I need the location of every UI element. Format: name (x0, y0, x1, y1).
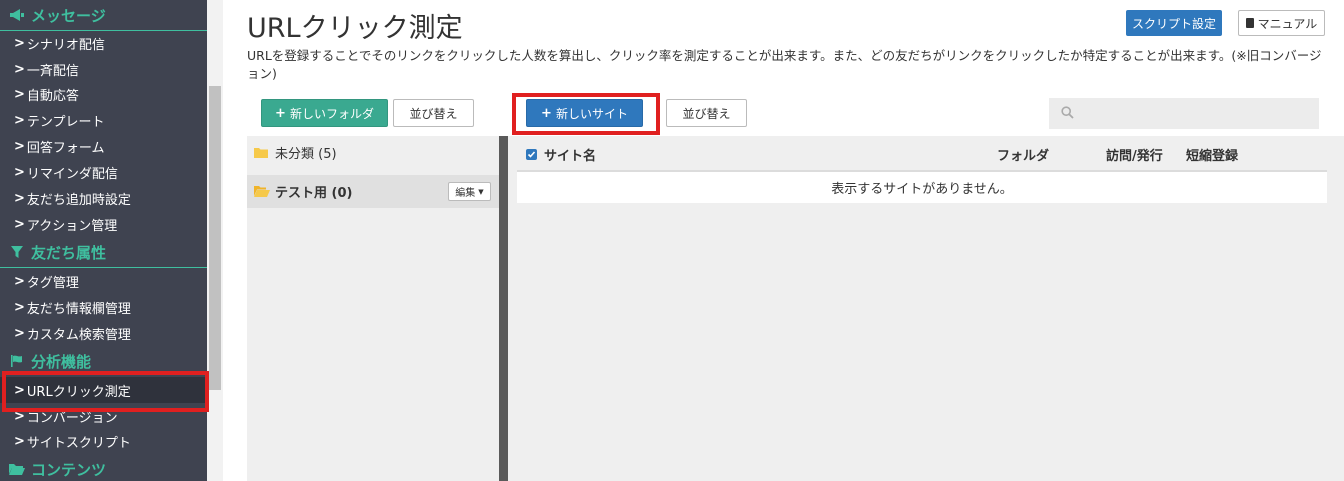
chevron-right-icon: > (14, 61, 25, 77)
edit-label: 編集 (455, 188, 476, 199)
sidebar-item-label: アクション管理 (26, 218, 118, 234)
manual-button[interactable]: マニュアル (1238, 10, 1325, 36)
sidebar-item-action-management[interactable]: > アクション管理 (0, 211, 207, 237)
sort-sites-button[interactable]: 並び替え (666, 99, 747, 127)
sort-folders-button[interactable]: 並び替え (393, 99, 474, 127)
folder-icon (254, 147, 268, 158)
chevron-right-icon: > (14, 164, 25, 180)
empty-table-message: 表示するサイトがありません。 (517, 172, 1327, 203)
sidebar-item-broadcast[interactable]: > 一斉配信 (0, 56, 207, 82)
plus-icon: + (275, 105, 286, 121)
chevron-right-icon: > (14, 112, 25, 128)
new-site-button[interactable]: + 新しいサイト (526, 99, 643, 127)
chevron-right-icon: > (14, 408, 25, 424)
sidebar-item-label: サイトスクリプト (26, 435, 131, 451)
sidebar-item-label: 回答フォーム (26, 140, 105, 156)
chevron-right-icon: > (14, 273, 25, 289)
sidebar-item-url-click[interactable]: > URLクリック測定 (0, 377, 207, 403)
flag-icon (8, 353, 26, 369)
sidebar-item-template[interactable]: > テンプレート (0, 107, 207, 133)
sidebar-item-site-script[interactable]: > サイトスクリプト (0, 428, 207, 454)
sidebar-item-label: URLクリック測定 (26, 384, 131, 400)
sidebar-item-label: 一斉配信 (26, 63, 79, 79)
search-input[interactable] (1082, 99, 1312, 128)
folder-edit-dropdown[interactable]: 編集 ▼ (448, 182, 491, 201)
sidebar-item-label: タグ管理 (26, 275, 79, 291)
sidebar-item-scenario[interactable]: > シナリオ配信 (0, 30, 207, 56)
page-title: URLクリック測定 (247, 13, 463, 44)
new-folder-button[interactable]: + 新しいフォルダ (261, 99, 388, 127)
sidebar-item-label: シナリオ配信 (26, 37, 105, 53)
caret-down-icon: ▼ (478, 187, 484, 196)
section-label: メッセージ (31, 6, 106, 25)
table-header: サイト名 フォルダ 訪問/発行 短縮登録 (517, 138, 1327, 170)
section-messages[interactable]: メッセージ (0, 2, 207, 28)
sidebar-item-custom-search[interactable]: > カスタム検索管理 (0, 320, 207, 346)
chevron-right-icon: > (14, 190, 25, 206)
manual-button-label: マニュアル (1257, 16, 1318, 31)
new-site-label: 新しいサイト (555, 106, 628, 121)
select-all-checkbox[interactable] (526, 148, 537, 160)
folder-open-icon (8, 461, 26, 477)
sidebar-item-friend-add-settings[interactable]: > 友だち追加時設定 (0, 185, 207, 211)
chevron-right-icon: > (14, 299, 25, 315)
sidebar-item-auto-reply[interactable]: > 自動応答 (0, 81, 207, 107)
chevron-right-icon: > (14, 35, 25, 51)
folder-open-icon (254, 186, 270, 197)
section-label: 友だち属性 (31, 243, 107, 262)
sidebar-item-conversion[interactable]: > コンバージョン (0, 403, 207, 429)
sidebar-item-label: 友だち追加時設定 (26, 192, 131, 208)
chevron-right-icon: > (14, 433, 25, 449)
sidebar-scrollbar-thumb[interactable] (209, 86, 221, 390)
page-description: URLを登録することでそのリンクをクリックした人数を算出し、クリック率を測定する… (247, 48, 1322, 81)
folder-item-uncategorized[interactable]: 未分類 (5) (247, 136, 499, 169)
sidebar-item-label: リマインダ配信 (26, 166, 118, 182)
column-header-visits[interactable]: 訪問/発行 (1106, 145, 1163, 164)
sidebar-item-answer-form[interactable]: > 回答フォーム (0, 133, 207, 159)
section-label: 分析機能 (31, 352, 92, 371)
sidebar-item-reminder[interactable]: > リマインダ配信 (0, 159, 207, 185)
column-header-short-url[interactable]: 短縮登録 (1186, 145, 1238, 164)
section-friend-attributes[interactable]: 友だち属性 (0, 239, 207, 265)
sidebar: メッセージ > シナリオ配信 > 一斉配信 > 自動応答 > テンプレート > 回答フォー… (0, 0, 207, 481)
section-analytics[interactable]: 分析機能 (0, 348, 207, 374)
column-header-folder[interactable]: フォルダ (997, 145, 1049, 164)
filter-icon (8, 244, 26, 260)
new-folder-label: 新しいフォルダ (289, 106, 374, 121)
section-label: コンテンツ (31, 460, 107, 479)
sidebar-item-label: 友だち情報欄管理 (26, 301, 131, 317)
search-icon (1061, 104, 1074, 123)
sidebar-item-label: カスタム検索管理 (26, 327, 131, 343)
column-header-site-name[interactable]: サイト名 (544, 145, 596, 164)
folder-label: テスト用 (0) (275, 186, 353, 201)
plus-icon: + (541, 105, 552, 121)
sidebar-item-label: コンバージョン (26, 410, 118, 426)
book-icon (1245, 18, 1254, 28)
search-box (1049, 98, 1319, 129)
chevron-right-icon: > (14, 86, 25, 102)
section-contents[interactable]: コンテンツ (0, 456, 207, 481)
panel-resize-handle[interactable] (499, 136, 508, 481)
sidebar-item-friend-info-management[interactable]: > 友だち情報欄管理 (0, 294, 207, 320)
chevron-right-icon: > (14, 216, 25, 232)
folder-label: 未分類 (5) (275, 147, 337, 162)
script-settings-button[interactable]: スクリプト設定 (1126, 10, 1222, 36)
sidebar-item-label: 自動応答 (26, 88, 79, 104)
sidebar-item-label: テンプレート (26, 114, 105, 130)
sidebar-item-tag-management[interactable]: > タグ管理 (0, 268, 207, 294)
chevron-right-icon: > (14, 382, 25, 398)
chevron-right-icon: > (14, 138, 25, 154)
chevron-right-icon: > (14, 325, 25, 341)
megaphone-icon (8, 7, 26, 23)
